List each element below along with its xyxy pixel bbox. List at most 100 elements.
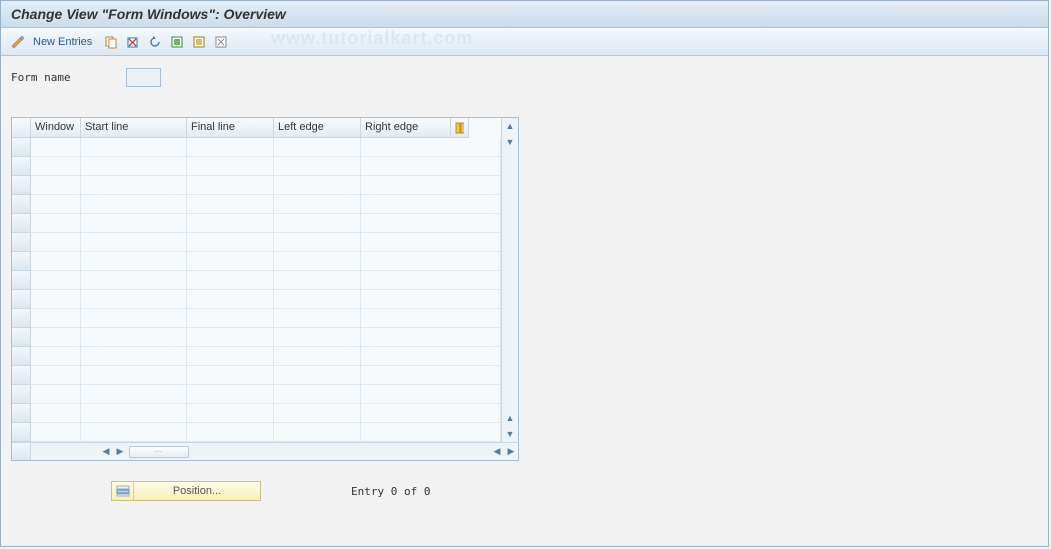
row-selector[interactable] (12, 347, 31, 366)
cell-final-line[interactable] (187, 138, 274, 157)
cell-right-edge[interactable] (361, 157, 501, 176)
cell-window[interactable] (31, 252, 81, 271)
horizontal-scrollbar[interactable]: ◀ ▶ ⋯ ◀ ▶ (12, 442, 518, 460)
select-all-icon[interactable] (168, 33, 186, 51)
cell-window[interactable] (31, 233, 81, 252)
cell-right-edge[interactable] (361, 328, 501, 347)
cell-start-line[interactable] (81, 138, 187, 157)
cell-window[interactable] (31, 157, 81, 176)
toggle-display-change-icon[interactable] (9, 33, 27, 51)
scroll-left-icon[interactable]: ▶ (113, 445, 127, 459)
table-row[interactable] (12, 347, 501, 366)
col-header-start-line[interactable]: Start line (81, 118, 187, 138)
cell-window[interactable] (31, 385, 81, 404)
row-selector[interactable] (12, 233, 31, 252)
cell-window[interactable] (31, 423, 81, 442)
cell-window[interactable] (31, 176, 81, 195)
cell-start-line[interactable] (81, 347, 187, 366)
scroll-track[interactable] (502, 150, 518, 410)
cell-right-edge[interactable] (361, 252, 501, 271)
cell-window[interactable] (31, 195, 81, 214)
scroll-last-icon[interactable]: ▶ (504, 445, 518, 459)
scroll-down-icon[interactable]: ▼ (502, 426, 518, 442)
delete-icon[interactable] (124, 33, 142, 51)
cell-left-edge[interactable] (274, 366, 361, 385)
cell-left-edge[interactable] (274, 328, 361, 347)
cell-left-edge[interactable] (274, 233, 361, 252)
cell-right-edge[interactable] (361, 347, 501, 366)
cell-start-line[interactable] (81, 423, 187, 442)
row-selector[interactable] (12, 252, 31, 271)
cell-start-line[interactable] (81, 271, 187, 290)
col-header-final-line[interactable]: Final line (187, 118, 274, 138)
row-selector[interactable] (12, 271, 31, 290)
row-selector[interactable] (12, 309, 31, 328)
table-settings-icon[interactable] (451, 118, 469, 138)
row-selector[interactable] (12, 290, 31, 309)
cell-final-line[interactable] (187, 423, 274, 442)
table-row[interactable] (12, 138, 501, 157)
cell-right-edge[interactable] (361, 309, 501, 328)
cell-window[interactable] (31, 366, 81, 385)
table-row[interactable] (12, 423, 501, 442)
cell-start-line[interactable] (81, 157, 187, 176)
copy-as-icon[interactable] (102, 33, 120, 51)
form-name-input[interactable] (126, 68, 161, 87)
row-selector[interactable] (12, 214, 31, 233)
cell-final-line[interactable] (187, 347, 274, 366)
table-row[interactable] (12, 366, 501, 385)
cell-start-line[interactable] (81, 252, 187, 271)
cell-final-line[interactable] (187, 195, 274, 214)
cell-final-line[interactable] (187, 233, 274, 252)
cell-window[interactable] (31, 214, 81, 233)
cell-left-edge[interactable] (274, 290, 361, 309)
cell-final-line[interactable] (187, 404, 274, 423)
table-row[interactable] (12, 404, 501, 423)
cell-start-line[interactable] (81, 366, 187, 385)
row-selector[interactable] (12, 195, 31, 214)
cell-left-edge[interactable] (274, 138, 361, 157)
table-row[interactable] (12, 214, 501, 233)
select-all-rows[interactable] (12, 118, 31, 138)
table-row[interactable] (12, 233, 501, 252)
table-row[interactable] (12, 328, 501, 347)
cell-window[interactable] (31, 347, 81, 366)
row-selector[interactable] (12, 138, 31, 157)
table-row[interactable] (12, 176, 501, 195)
cell-right-edge[interactable] (361, 176, 501, 195)
cell-left-edge[interactable] (274, 347, 361, 366)
cell-start-line[interactable] (81, 385, 187, 404)
cell-left-edge[interactable] (274, 309, 361, 328)
cell-right-edge[interactable] (361, 423, 501, 442)
table-row[interactable] (12, 252, 501, 271)
cell-final-line[interactable] (187, 252, 274, 271)
scroll-thumb[interactable]: ⋯ (129, 446, 189, 458)
row-selector[interactable] (12, 328, 31, 347)
row-selector[interactable] (12, 366, 31, 385)
cell-window[interactable] (31, 328, 81, 347)
cell-right-edge[interactable] (361, 195, 501, 214)
cell-window[interactable] (31, 309, 81, 328)
cell-final-line[interactable] (187, 157, 274, 176)
position-button[interactable]: Position... (111, 481, 261, 501)
vertical-scrollbar[interactable]: ▲ ▼ ▲ ▼ (501, 118, 518, 442)
cell-right-edge[interactable] (361, 404, 501, 423)
cell-window[interactable] (31, 138, 81, 157)
scroll-first-icon[interactable]: ◀ (99, 445, 113, 459)
cell-right-edge[interactable] (361, 271, 501, 290)
cell-start-line[interactable] (81, 233, 187, 252)
table-row[interactable] (12, 309, 501, 328)
col-header-left-edge[interactable]: Left edge (274, 118, 361, 138)
table-row[interactable] (12, 290, 501, 309)
cell-final-line[interactable] (187, 176, 274, 195)
cell-final-line[interactable] (187, 328, 274, 347)
cell-window[interactable] (31, 404, 81, 423)
scroll-up-small-icon[interactable]: ▲ (502, 410, 518, 426)
col-header-right-edge[interactable]: Right edge (361, 118, 451, 138)
cell-start-line[interactable] (81, 309, 187, 328)
row-selector[interactable] (12, 157, 31, 176)
cell-left-edge[interactable] (274, 423, 361, 442)
cell-start-line[interactable] (81, 328, 187, 347)
cell-final-line[interactable] (187, 214, 274, 233)
row-selector[interactable] (12, 404, 31, 423)
